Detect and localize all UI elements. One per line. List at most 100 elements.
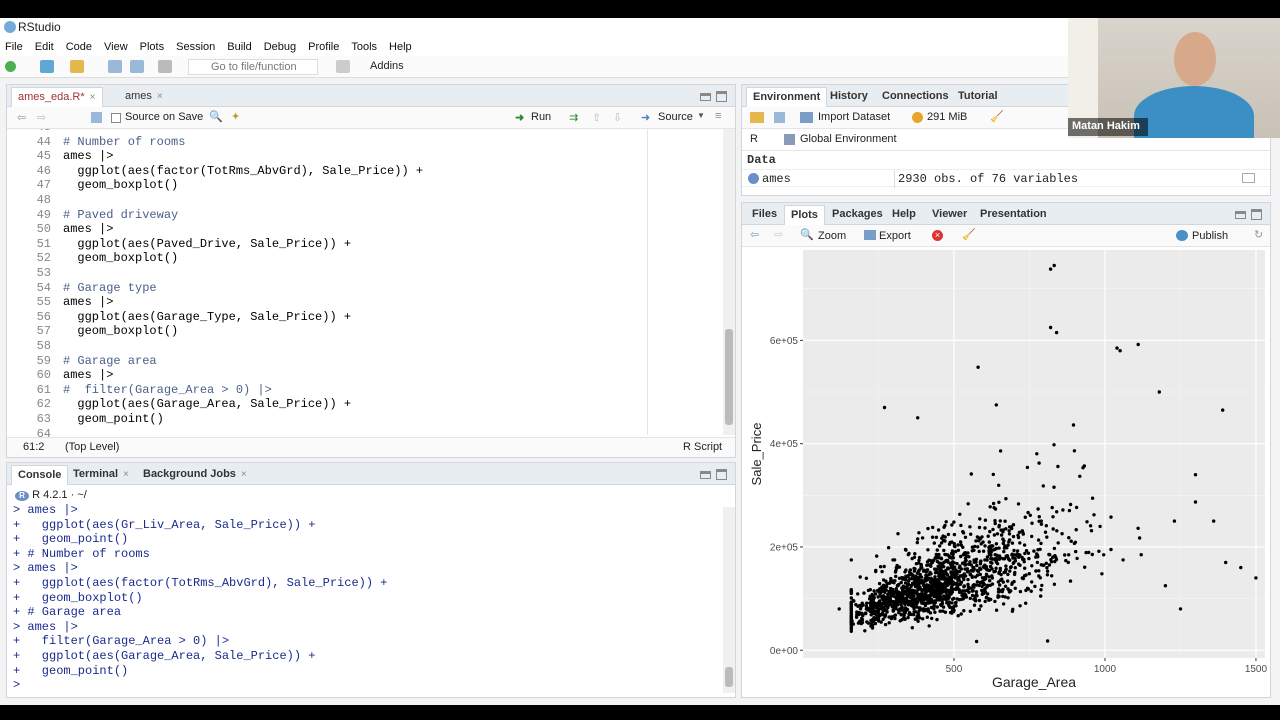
new-file-icon[interactable] [5, 61, 16, 72]
expand-icon[interactable] [748, 173, 759, 184]
maximize-icon[interactable] [716, 469, 727, 480]
minimize-icon[interactable] [700, 471, 711, 479]
close-icon[interactable]: × [123, 469, 129, 480]
tab-plots[interactable]: Plots [784, 205, 825, 225]
tab-history[interactable]: History [824, 87, 874, 107]
tab-environment[interactable]: Environment [746, 87, 828, 107]
down-icon[interactable]: ⇩ [613, 111, 622, 124]
line-number: 60 [36, 368, 51, 383]
export-button[interactable]: Export [879, 230, 911, 242]
data-point [874, 612, 878, 617]
memory-usage[interactable]: 291 MiB [927, 111, 967, 123]
minimize-icon[interactable] [1235, 211, 1246, 219]
back-icon[interactable]: ⇦ [17, 111, 26, 124]
tab-background-jobs[interactable]: Background Jobs × [137, 465, 253, 485]
data-point [948, 605, 952, 609]
import-dataset-button[interactable]: Import Dataset [818, 111, 890, 123]
goto-file-input[interactable]: Go to file/function [188, 59, 318, 75]
close-icon[interactable]: × [90, 92, 96, 103]
scroll-thumb[interactable] [725, 667, 733, 687]
open-file-icon[interactable] [70, 60, 84, 73]
data-point [919, 563, 923, 568]
data-point [894, 601, 898, 605]
print-icon[interactable] [158, 60, 172, 73]
maximize-icon[interactable] [1251, 209, 1262, 220]
prev-plot-icon[interactable]: ⇦ [750, 228, 759, 241]
close-icon[interactable]: × [157, 91, 163, 102]
source-on-save-checkbox[interactable] [111, 113, 121, 123]
data-point [953, 571, 958, 575]
addins-menu[interactable]: Addins [370, 60, 404, 72]
save-workspace-icon[interactable] [774, 112, 785, 123]
data-point [939, 603, 944, 608]
console-line: + ggplot(aes(Garage_Area, Sale_Price)) + [13, 648, 316, 663]
rerun-icon[interactable]: ⇉ [569, 111, 578, 124]
zoom-button[interactable]: Zoom [818, 230, 846, 242]
remove-plot-icon[interactable]: × [932, 230, 943, 241]
forward-icon[interactable]: ⇨ [37, 111, 46, 124]
close-icon[interactable]: × [241, 469, 247, 480]
source-button[interactable]: Source [658, 111, 693, 123]
publish-button[interactable]: Publish [1192, 230, 1228, 242]
menu-item[interactable]: File [5, 41, 23, 53]
search-icon[interactable]: 🔍 [209, 110, 223, 123]
save-icon[interactable] [108, 60, 122, 73]
tab-presentation[interactable]: Presentation [974, 205, 1053, 225]
scope-selector[interactable]: (Top Level) [65, 441, 119, 453]
tab-connections[interactable]: Connections [876, 87, 955, 107]
data-point [1030, 521, 1034, 525]
refresh-icon[interactable]: ↻ [1254, 228, 1263, 241]
menu-item[interactable]: Plots [140, 41, 164, 53]
tab-console[interactable]: Console [11, 465, 69, 485]
data-point [1007, 529, 1011, 533]
tab-help[interactable]: Help [886, 205, 922, 225]
broom-icon[interactable]: 🧹 [962, 228, 976, 241]
data-point [875, 609, 880, 613]
menu-item[interactable]: Help [389, 41, 412, 53]
menu-item[interactable]: Tools [351, 41, 377, 53]
grid-layout-icon[interactable] [336, 60, 350, 73]
data-point [916, 611, 920, 616]
menu-item[interactable]: Build [227, 41, 251, 53]
next-plot-icon[interactable]: ⇨ [774, 228, 783, 241]
menu-item[interactable]: Debug [264, 41, 296, 53]
minimize-icon[interactable] [700, 93, 711, 101]
data-point [1239, 565, 1243, 570]
wand-icon[interactable]: ✦ [231, 110, 240, 123]
broom-icon[interactable]: 🧹 [990, 110, 1004, 123]
scroll-thumb[interactable] [725, 329, 733, 425]
env-row[interactable]: ames 2930 obs. of 76 variables [742, 169, 1270, 188]
table-view-icon[interactable] [1242, 173, 1255, 183]
code-line: ggplot(aes(factor(TotRms_AbvGrd), Sale_P… [63, 163, 424, 178]
tab-tutorial[interactable]: Tutorial [952, 87, 1004, 107]
editor-scrollbar[interactable] [723, 129, 735, 435]
data-point [886, 546, 891, 550]
maximize-icon[interactable] [716, 91, 727, 102]
console-output[interactable]: > ames |> + ggplot(aes(Gr_Liv_Area, Sale_… [13, 503, 735, 697]
tab-ames-eda[interactable]: ames_eda.R* × [11, 87, 103, 107]
open-workspace-icon[interactable] [750, 112, 764, 123]
console-scrollbar[interactable] [723, 507, 735, 693]
menu-item[interactable]: Code [66, 41, 92, 53]
file-type-selector[interactable]: R Script [683, 441, 722, 453]
save-all-icon[interactable] [130, 60, 144, 73]
tab-files[interactable]: Files [746, 205, 783, 225]
chevron-down-icon[interactable]: ▼ [697, 111, 705, 120]
outline-icon[interactable]: ≡ [715, 110, 721, 122]
menu-item[interactable]: View [104, 41, 128, 53]
tab-terminal[interactable]: Terminal × [67, 465, 135, 485]
new-project-icon[interactable] [40, 60, 54, 73]
scope-selector[interactable]: Global Environment [800, 133, 897, 145]
save-icon[interactable] [91, 112, 102, 123]
data-point [978, 566, 982, 570]
tab-packages[interactable]: Packages [826, 205, 889, 225]
run-button[interactable]: Run [531, 111, 551, 123]
menu-item[interactable]: Session [176, 41, 215, 53]
tab-ames[interactable]: ames × [119, 87, 169, 107]
language-selector[interactable]: R [750, 133, 758, 145]
menu-item[interactable]: Profile [308, 41, 339, 53]
menu-item[interactable]: Edit [35, 41, 54, 53]
up-icon[interactable]: ⇧ [592, 111, 601, 124]
tab-viewer[interactable]: Viewer [926, 205, 973, 225]
code-editor[interactable]: 4344# Number of rooms45ames |>46 ggplot(… [7, 129, 653, 447]
